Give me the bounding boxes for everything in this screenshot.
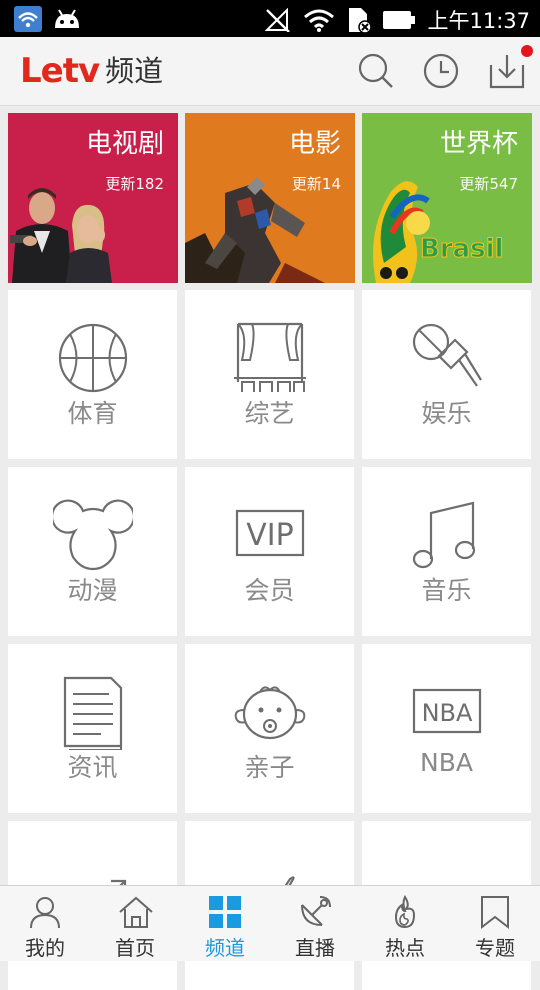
status-bar: 上午11:37 (0, 0, 540, 37)
basketball-icon (58, 323, 127, 393)
wifi-notification-icon (14, 6, 42, 32)
channel-label: 会员 (244, 576, 295, 605)
letv-logo: Letv 频道 (20, 51, 163, 91)
download-icon (489, 55, 525, 89)
nav-item-hot[interactable]: 热点 (360, 886, 450, 961)
sim-card-icon (349, 8, 372, 33)
channel-label: 综艺 (244, 399, 295, 428)
baby-face-icon (234, 686, 305, 740)
clock-time: 上午11:37 (427, 9, 530, 33)
nav-label: 频道 (205, 936, 245, 960)
featured-title: 电影 (288, 129, 341, 159)
microphone-icon (412, 323, 482, 387)
channel-label: 亲子 (244, 753, 295, 782)
channel-label: 动漫 (67, 576, 118, 605)
channel-label: 娱乐 (421, 399, 472, 428)
channel-label: 音乐 (421, 576, 472, 605)
featured-title: 电视剧 (85, 129, 164, 159)
bookmark-icon (481, 896, 509, 929)
signal-off-icon (265, 8, 291, 32)
nav-item-live[interactable]: 直播 (270, 886, 360, 961)
channel-label: 资讯 (67, 753, 118, 782)
channel-tile-vip[interactable]: VIP 会员 (185, 467, 354, 636)
home-icon (119, 896, 153, 928)
nav-label: 我的 (25, 936, 65, 960)
nav-item-channels[interactable]: 频道 (180, 886, 270, 961)
channel-label: 体育 (67, 399, 118, 428)
featured-world-cup-tile[interactable]: Brasil 世界杯 更新547 (362, 113, 532, 283)
battery-icon (383, 11, 416, 29)
featured-update-count: 更新547 (459, 175, 518, 193)
clock-icon (423, 53, 459, 89)
app-header: Letv 频道 (0, 37, 540, 106)
nav-label: 首页 (115, 936, 155, 960)
grid-icon (209, 896, 241, 928)
featured-update-count: 更新14 (291, 175, 341, 193)
channel-tile-sports[interactable]: 体育 (8, 290, 177, 459)
brasil-art-text: Brasil (420, 234, 503, 264)
page-title: 频道 (105, 54, 164, 88)
channel-tile-news[interactable]: 资讯 (8, 644, 177, 813)
download-button[interactable] (487, 45, 533, 91)
featured-title: 世界杯 (439, 129, 518, 159)
nav-item-home[interactable]: 首页 (90, 886, 180, 961)
nav-label: 直播 (295, 936, 335, 960)
channel-tile-entertainment[interactable]: 娱乐 (362, 290, 531, 459)
satellite-icon (301, 896, 331, 926)
person-icon (30, 897, 60, 929)
nba-icon-text: NBA (421, 699, 472, 727)
vip-icon-text: VIP (246, 518, 293, 553)
brand-name: Letv (20, 51, 100, 91)
channel-tile-anime[interactable]: 动漫 (8, 467, 177, 636)
flame-icon (394, 895, 416, 929)
music-note-icon (412, 501, 475, 569)
bottom-nav: 我的 首页 频道 直播 热点 专题 (0, 885, 540, 961)
nav-label: 专题 (475, 936, 515, 960)
search-icon (358, 53, 393, 88)
featured-update-count: 更新182 (105, 175, 164, 193)
channel-tile-variety[interactable]: 综艺 (185, 290, 354, 459)
featured-tv-series-tile[interactable]: 电视剧 更新182 (8, 113, 178, 283)
stage-icon (233, 322, 306, 392)
featured-movies-tile[interactable]: 电影 更新14 (185, 113, 355, 283)
wifi-icon (304, 9, 335, 32)
channel-tile-music[interactable]: 音乐 (362, 467, 531, 636)
channel-tile-nba[interactable]: NBA NBA (362, 644, 531, 813)
channel-label: NBA (420, 748, 473, 777)
channel-tile-kids[interactable]: 亲子 (185, 644, 354, 813)
search-button[interactable] (356, 51, 396, 91)
android-icon (55, 9, 79, 28)
mouse-ears-icon (52, 499, 133, 571)
nav-item-mine[interactable]: 我的 (0, 886, 90, 961)
nav-label: 热点 (385, 936, 425, 960)
nav-item-topics[interactable]: 专题 (450, 886, 540, 961)
vip-icon: VIP (235, 509, 304, 557)
history-button[interactable] (421, 51, 461, 91)
notification-dot (521, 45, 533, 57)
nba-icon: NBA (412, 688, 481, 734)
news-document-icon (63, 676, 122, 750)
